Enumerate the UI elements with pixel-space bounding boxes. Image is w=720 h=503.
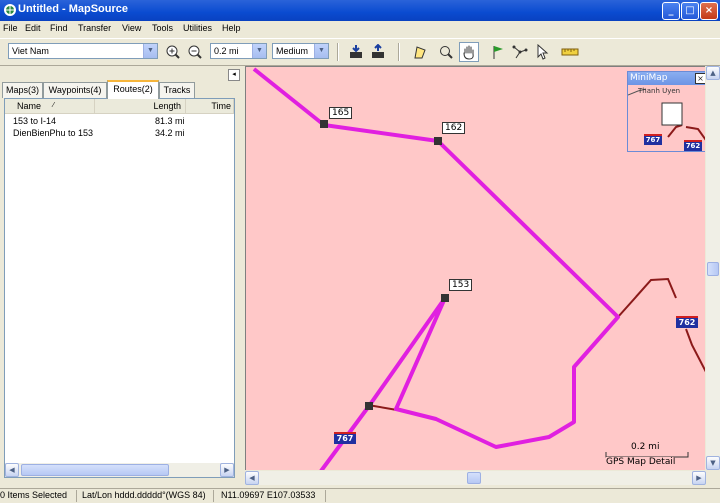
minimap-title: MiniMap [630,73,668,83]
toolbar-separator [398,43,400,61]
select-arrow-icon[interactable] [532,42,552,62]
column-header-name[interactable]: Name ⁄ [5,99,95,114]
zoom-scale-value: 0.2 mi [214,46,239,56]
scroll-right-icon[interactable]: ▶ [220,463,234,477]
scale-label: 0.2 mi [631,442,660,452]
minimap-place-label: Thanh Uyen [638,87,681,95]
menu-transfer[interactable]: Transfer [78,23,111,33]
column-header-length[interactable]: Length [95,99,186,114]
window-title: Untitled - MapSource [18,3,129,15]
status-separator [325,490,326,502]
menu-view[interactable]: View [122,23,141,33]
status-separator [213,490,214,502]
scroll-thumb[interactable] [21,464,169,476]
minimap-titlebar: MiniMap × [628,72,705,85]
waypoint-marker[interactable] [365,402,373,410]
waypoint-label[interactable]: 162 [442,122,466,134]
title-bar: Untitled - MapSource _ □ × [0,0,720,21]
tab-tracks[interactable]: Tracks [159,82,195,98]
menu-edit[interactable]: Edit [25,23,41,33]
scroll-left-icon[interactable]: ◀ [5,463,19,477]
minimap-canvas[interactable]: Thanh Uyen 767 762 [628,85,705,151]
menu-bar: File Edit Find Transfer View Tools Utili… [0,21,720,38]
table-row[interactable]: DienBienPhu to 153 34.2 mi [5,127,234,139]
receive-from-device-icon[interactable] [346,42,366,62]
sort-ascending-icon: ⁄ [53,102,55,109]
scale-caption: GPS Map Detail [606,457,676,467]
scroll-down-icon[interactable]: ▼ [706,456,720,470]
zoom-tool-icon[interactable] [436,42,456,62]
status-format: Lat/Lon hddd.ddddd°(WGS 84) [82,490,206,500]
map-product-select[interactable]: Viet Nam ▼ [8,43,158,59]
waypoint-marker[interactable] [320,120,328,128]
table-row[interactable]: 153 to I-14 81.3 mi [5,115,234,127]
menu-help[interactable]: Help [222,23,241,33]
road-shield: 767 [334,432,356,444]
map-tool-icon[interactable] [410,42,430,62]
waypoint-marker[interactable] [434,137,442,145]
route-tool-icon[interactable] [510,42,530,62]
tab-maps[interactable]: Maps(3) [2,82,43,98]
detail-select[interactable]: Medium ▼ [272,43,329,59]
road-shield: 762 [676,316,698,328]
status-position: N11.09697 E107.03533 [221,490,316,500]
chevron-down-icon[interactable]: ▼ [252,44,266,58]
scroll-thumb[interactable] [467,472,481,484]
menu-find[interactable]: Find [50,23,68,33]
list-horizontal-scrollbar[interactable]: ◀ ▶ [5,463,234,477]
close-button[interactable]: × [700,2,718,20]
scroll-up-icon[interactable]: ▲ [706,66,720,80]
status-bar: 0 Items Selected Lat/Lon hddd.ddddd°(WGS… [0,488,720,503]
route-length: 34.2 mi [155,128,185,138]
route-line[interactable] [252,67,620,470]
scroll-right-icon[interactable]: ▶ [692,471,706,485]
close-icon[interactable]: × [695,73,705,84]
zoom-out-icon[interactable] [185,42,205,62]
route-length: 81.3 mi [155,116,185,126]
routes-list: Name ⁄ Length Time 153 to I-14 81.3 mi D… [4,98,235,478]
map-canvas[interactable]: 165 162 153 767 762 0.2 mi GPS Map Detai… [245,66,705,470]
zoom-scale-select[interactable]: 0.2 mi ▼ [210,43,267,59]
menu-file[interactable]: File [3,23,18,33]
maximize-button[interactable]: □ [681,2,699,20]
waypoint-label[interactable]: 153 [449,279,473,291]
column-header-time[interactable]: Time [186,99,234,114]
status-selection: 0 Items Selected [0,490,68,500]
zoom-in-icon[interactable] [163,42,183,62]
road-shield: 767 [644,134,662,145]
chevron-down-icon[interactable]: ▼ [314,44,328,58]
scroll-left-icon[interactable]: ◀ [245,471,259,485]
scroll-thumb[interactable] [707,262,719,276]
map-area: 165 162 153 767 762 0.2 mi GPS Map Detai… [245,66,720,486]
route-name: DienBienPhu to 153 [13,128,94,138]
collapse-panel-button[interactable]: ◂ [228,69,240,81]
map-product-value: Viet Nam [12,46,49,56]
menu-tools[interactable]: Tools [152,23,173,33]
waypoint-marker[interactable] [441,294,449,302]
map-vertical-scrollbar[interactable]: ▲ ▼ [706,66,720,470]
road-line [617,277,677,318]
tab-waypoints[interactable]: Waypoints(4) [43,82,107,98]
minimize-button[interactable]: _ [662,2,680,20]
minimap[interactable]: MiniMap × Thanh Uyen 767 762 [627,71,705,152]
chevron-down-icon[interactable]: ▼ [143,44,157,58]
road-shield: 762 [684,140,702,151]
map-horizontal-scrollbar[interactable]: ◀ ▶ [245,471,706,485]
left-panel: ◂ Maps(3) Waypoints(4) Routes(2) Tracks … [0,66,242,488]
send-to-device-icon[interactable] [368,42,388,62]
menu-utilities[interactable]: Utilities [183,23,212,33]
toolbar: Viet Nam ▼ 0.2 mi ▼ Medium ▼ [0,38,720,66]
hand-tool-icon[interactable] [459,42,479,62]
tab-routes[interactable]: Routes(2) [107,80,159,99]
waypoint-flag-icon[interactable] [488,42,508,62]
route-name: 153 to I-14 [13,116,57,126]
status-separator [76,490,77,502]
app-icon [3,3,17,17]
measure-tool-icon[interactable] [560,42,580,62]
waypoint-label[interactable]: 165 [329,107,353,119]
toolbar-separator [337,43,339,61]
road-line [685,328,705,373]
detail-value: Medium [276,46,309,56]
